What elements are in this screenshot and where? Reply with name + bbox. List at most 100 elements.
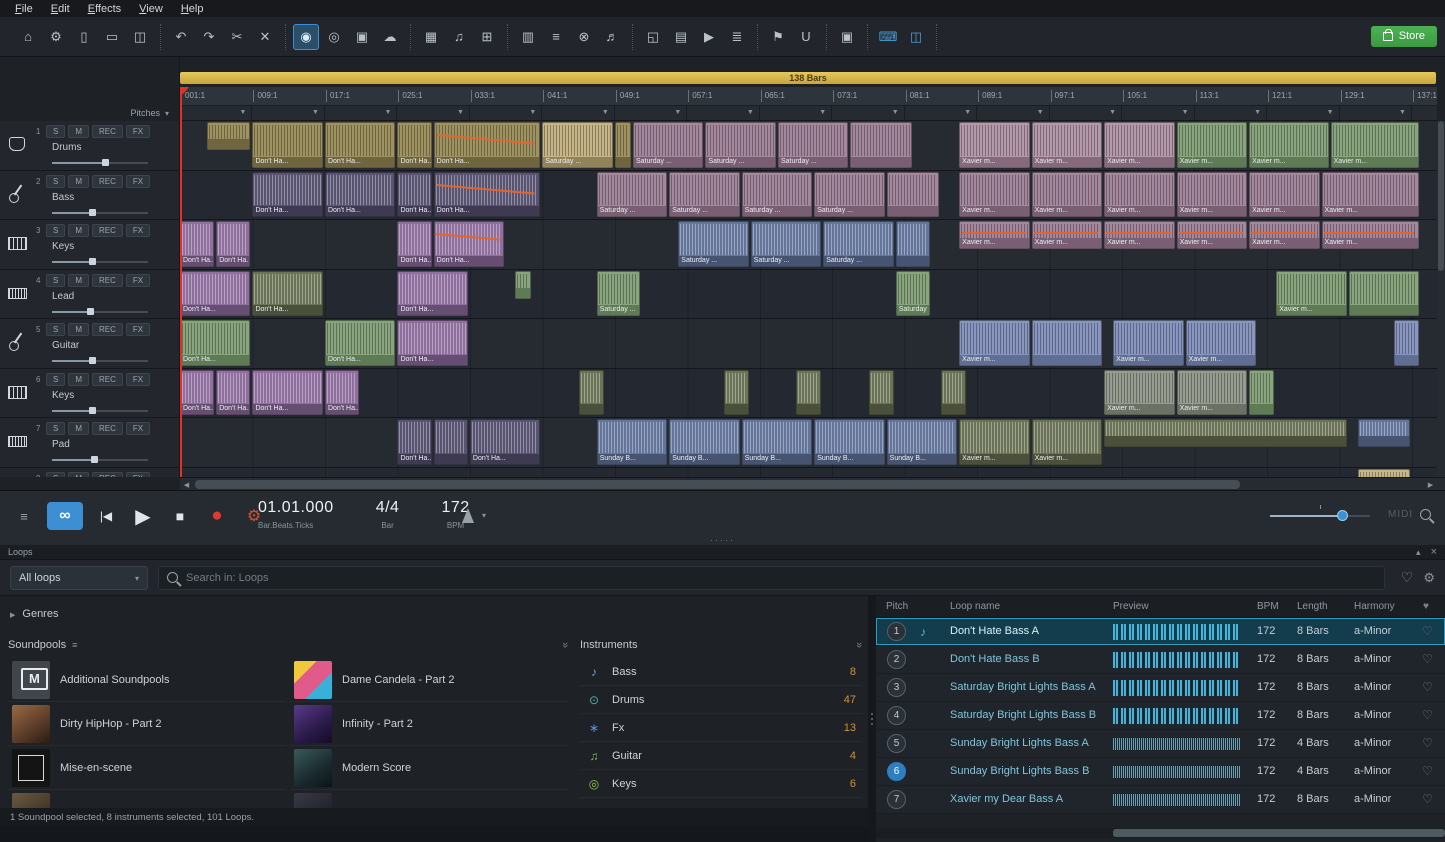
loop-button[interactable]: ∞	[47, 502, 83, 530]
section-marker[interactable]	[615, 106, 687, 120]
audio-clip[interactable]: Don't Ha...	[397, 320, 467, 366]
stop-button[interactable]: ■	[166, 501, 194, 531]
track-fx-button[interactable]: FX	[126, 274, 150, 287]
track-rec-button[interactable]: REC	[92, 125, 123, 138]
audio-clip[interactable]	[869, 370, 894, 416]
track-name[interactable]: Keys	[52, 390, 74, 401]
audio-clip[interactable]	[1104, 419, 1347, 447]
automation-curve[interactable]	[1034, 232, 1098, 234]
column-header-preview[interactable]: Preview	[1113, 601, 1149, 612]
instrument-filter-item[interactable]: ⊙Drums47	[580, 686, 862, 714]
track-m-button[interactable]: M	[68, 274, 89, 287]
track-s-button[interactable]: S	[46, 373, 65, 386]
column-header-pitch[interactable]: Pitch	[886, 601, 908, 612]
audio-clip[interactable]: Xavier m...	[1249, 122, 1329, 168]
collapse-all-icon[interactable]	[853, 642, 865, 648]
pitch-circle[interactable]: 1	[887, 622, 906, 641]
audio-clip[interactable]	[579, 370, 604, 416]
automation-curve[interactable]	[1324, 232, 1414, 234]
favorite-heart-icon[interactable]	[1422, 764, 1433, 778]
save-project-button[interactable]: ◫	[127, 24, 153, 50]
redo-button[interactable]: ↷	[196, 24, 222, 50]
track-rec-button[interactable]: REC	[92, 472, 123, 478]
loop-row[interactable]: 3Saturday Bright Lights Bass A1728 Barsa…	[876, 674, 1445, 702]
audio-clip[interactable]: Sunday B...	[887, 419, 957, 465]
automation-curve[interactable]	[1106, 232, 1170, 234]
audio-clip[interactable]	[724, 370, 749, 416]
section-marker[interactable]	[832, 106, 904, 120]
track-rec-button[interactable]: REC	[92, 422, 123, 435]
favorite-heart-icon[interactable]	[1422, 736, 1433, 750]
pitch-circle[interactable]: 3	[887, 678, 906, 697]
audio-clip[interactable]	[1394, 320, 1419, 366]
instrument-filter-item[interactable]: ∗Fx13	[580, 714, 862, 742]
pitch-circle[interactable]: 4	[887, 706, 906, 725]
audio-clip[interactable]: Saturday ...	[678, 221, 748, 267]
volume-thumb[interactable]	[89, 407, 96, 414]
section-marker[interactable]	[1340, 106, 1412, 120]
draw-mode-button[interactable]: ◎	[321, 24, 347, 50]
search-icon[interactable]	[1420, 509, 1431, 520]
audio-clip[interactable]: Don't Ha...	[325, 122, 395, 168]
close-panel-icon[interactable]	[1431, 546, 1437, 558]
audio-clip[interactable]: Sunday B...	[597, 419, 667, 465]
track-m-button[interactable]: M	[68, 175, 89, 188]
audio-clip[interactable]	[207, 122, 250, 150]
audio-clip[interactable]: Don't Ha...	[434, 221, 504, 267]
column-header-length[interactable]: Length	[1297, 601, 1328, 612]
track-name[interactable]: Pad	[52, 439, 70, 450]
sort-icon[interactable]	[72, 640, 77, 650]
track-s-button[interactable]: S	[46, 422, 65, 435]
vertical-scroll-thumb[interactable]	[1438, 121, 1444, 271]
soundpool-item[interactable]	[290, 790, 568, 808]
audio-clip[interactable]: Xavier m...	[1032, 419, 1102, 465]
soundpool-item[interactable]: Additional Soundpools	[8, 658, 286, 702]
monitor-panel-button[interactable]: ◫	[903, 24, 929, 50]
audio-clip[interactable]: Xavier m...	[1113, 320, 1183, 366]
open-project-button[interactable]: ▭	[99, 24, 125, 50]
menu-file[interactable]: File	[6, 2, 42, 16]
audio-clip[interactable]: Sunday B...	[814, 419, 884, 465]
waveform-preview[interactable]	[1113, 708, 1241, 724]
metronome-button[interactable]	[462, 505, 486, 523]
audio-clip[interactable]: Xavier m...	[959, 320, 1029, 366]
track-volume-slider[interactable]	[52, 456, 148, 463]
favorite-heart-icon[interactable]	[1422, 652, 1433, 666]
audio-clip[interactable]: Saturday ...	[742, 172, 812, 218]
waveform-preview[interactable]	[1113, 624, 1241, 640]
audio-clip[interactable]: Don't Ha...	[397, 172, 431, 218]
menu-effects[interactable]: Effects	[79, 2, 130, 16]
audio-clip[interactable]: Xavier m...	[1177, 172, 1247, 218]
track-name[interactable]: Lead	[52, 291, 74, 302]
record-button[interactable]: ●	[203, 501, 231, 531]
pitch-circle[interactable]: 2	[887, 650, 906, 669]
audio-clip[interactable]	[434, 419, 468, 465]
object-grid-button[interactable]: ▦	[418, 24, 444, 50]
audio-clip[interactable]: Xavier m...	[1104, 221, 1174, 249]
track-lane[interactable]: Don't Ha...Don't Ha...Don't Ha...Don't H…	[180, 369, 1437, 419]
mixer-button[interactable]: ▥	[515, 24, 541, 50]
track-volume-slider[interactable]	[52, 209, 148, 216]
store-button[interactable]: Store	[1371, 26, 1437, 47]
track-lane[interactable]: Don't Ha...Don't Ha...Sunday B...Sunday …	[180, 418, 1437, 468]
audio-clip[interactable]: Xavier m...	[1249, 172, 1319, 218]
audio-clip[interactable]	[1349, 271, 1419, 317]
midi-keyboard-button[interactable]: ⌨	[875, 24, 901, 50]
audio-clip[interactable]: Xavier m...	[959, 419, 1029, 465]
section-marker[interactable]	[470, 106, 542, 120]
section-marker[interactable]	[1195, 106, 1267, 120]
section-marker[interactable]	[1122, 106, 1194, 120]
object-mode-button[interactable]: ▣	[349, 24, 375, 50]
audio-clip[interactable]: Don't Ha...	[180, 221, 214, 267]
audio-clip[interactable]: Saturday ...	[823, 221, 893, 267]
audio-clip[interactable]: Xavier m...	[1331, 122, 1420, 168]
soundpool-item[interactable]	[8, 790, 286, 808]
selection-box-button[interactable]: ▣	[834, 24, 860, 50]
audio-clip[interactable]: Don't Ha...	[252, 370, 322, 416]
audio-clip[interactable]: Saturday ...	[814, 172, 884, 218]
track-s-button[interactable]: S	[46, 472, 65, 478]
loop-row[interactable]: 2Don't Hate Bass B1728 Barsa-Minor	[876, 646, 1445, 674]
instrument-filter-item[interactable]: ◎Keys6	[580, 770, 862, 798]
audio-clip[interactable]: Saturday ...	[633, 122, 703, 168]
midi-editor-button[interactable]: ♫	[446, 24, 472, 50]
